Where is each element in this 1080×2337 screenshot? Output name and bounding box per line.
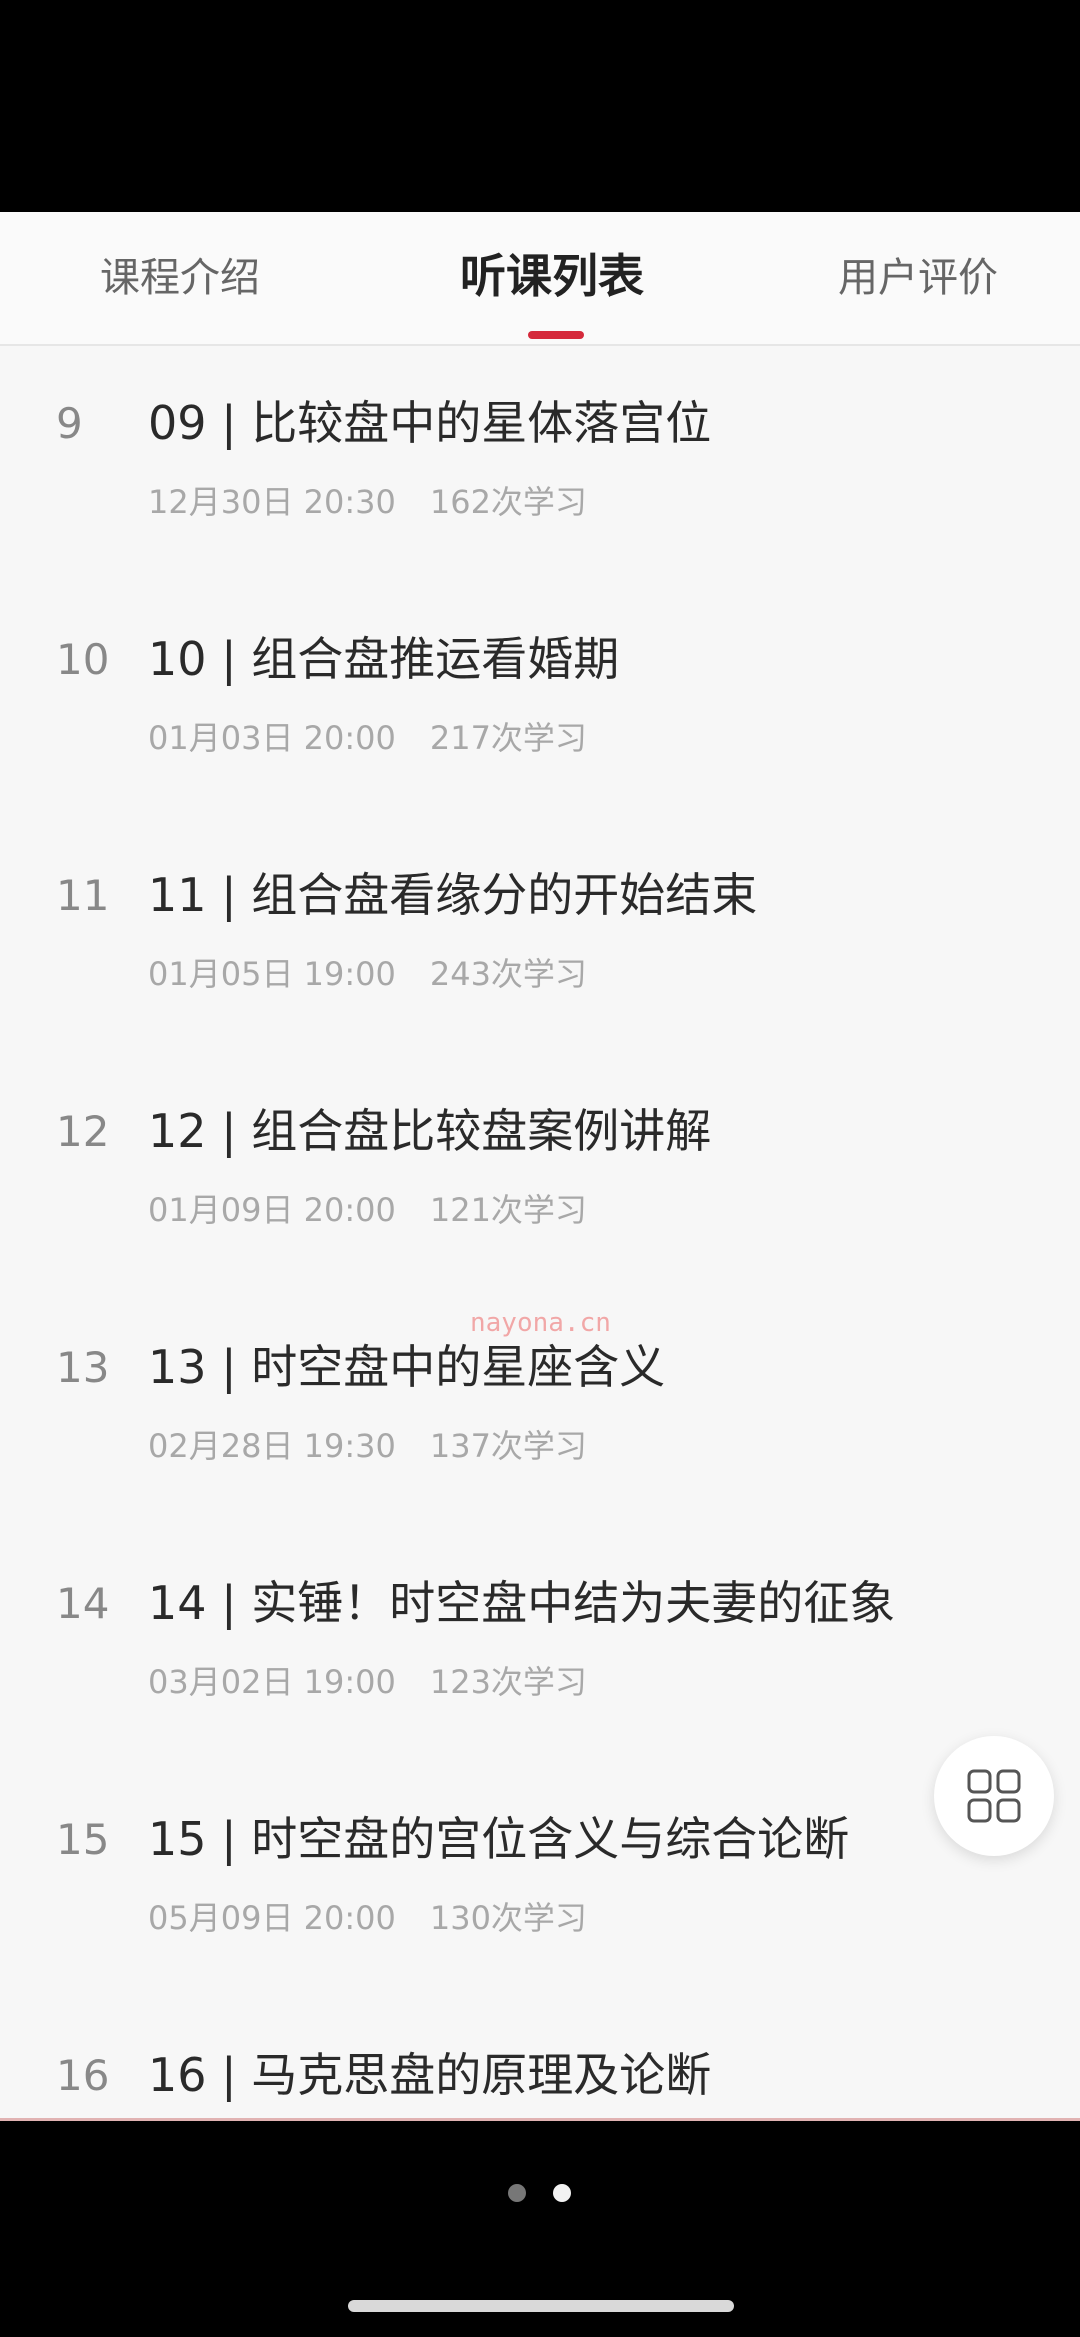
tab-lesson-list[interactable]: 听课列表 bbox=[460, 246, 644, 306]
lesson-meta: 01月09日 20:00 121次学习 bbox=[148, 1188, 587, 1232]
lesson-index: 15 bbox=[56, 1815, 110, 1864]
home-indicator[interactable] bbox=[348, 2300, 734, 2312]
lesson-date: 01月09日 20:00 bbox=[148, 1191, 396, 1229]
lesson-title: 13 | 时空盘中的星座含义 bbox=[148, 1340, 666, 1394]
lesson-meta: 01月03日 20:00 217次学习 bbox=[148, 716, 587, 760]
lesson-item[interactable]: 10 10 | 组合盘推运看婚期 01月03日 20:00 217次学习 bbox=[0, 582, 1080, 818]
floating-menu-button[interactable] bbox=[934, 1736, 1054, 1856]
lesson-index: 12 bbox=[56, 1107, 110, 1156]
lesson-index: 11 bbox=[56, 871, 110, 920]
watermark-text: nayona.cn bbox=[470, 1308, 611, 1338]
lesson-title: 16 | 马克思盘的原理及论断 bbox=[148, 2048, 712, 2102]
phone-screen: 课程介绍 听课列表 用户评价 9 09 | 比较盘中的星体落宫位 12月30日 … bbox=[0, 0, 1080, 2337]
lesson-date: 01月03日 20:00 bbox=[148, 719, 396, 757]
lesson-index: 16 bbox=[56, 2051, 110, 2100]
lesson-title: 09 | 比较盘中的星体落宫位 bbox=[148, 396, 712, 450]
lesson-study-count: 137次学习 bbox=[429, 1427, 587, 1465]
lesson-item[interactable]: 12 12 | 组合盘比较盘案例讲解 01月09日 20:00 121次学习 bbox=[0, 1054, 1080, 1290]
lesson-index: 14 bbox=[56, 1579, 110, 1628]
lesson-study-count: 121次学习 bbox=[429, 1191, 587, 1229]
lesson-index: 9 bbox=[56, 399, 83, 448]
lesson-meta: 12月30日 20:30 162次学习 bbox=[148, 480, 587, 524]
lesson-item[interactable]: 11 11 | 组合盘看缘分的开始结束 01月05日 19:00 243次学习 bbox=[0, 818, 1080, 1054]
page-dot-1[interactable] bbox=[508, 2184, 526, 2202]
grid-icon bbox=[967, 1769, 1021, 1823]
lesson-date: 12月30日 20:30 bbox=[148, 483, 396, 521]
lesson-title: 14 | 实锤！时空盘中结为夫妻的征象 bbox=[148, 1576, 896, 1630]
lesson-date: 03月02日 19:00 bbox=[148, 1663, 396, 1701]
lesson-date: 05月09日 20:00 bbox=[148, 1899, 396, 1937]
lesson-item[interactable]: 9 09 | 比较盘中的星体落宫位 12月30日 20:30 162次学习 bbox=[0, 346, 1080, 582]
lesson-date: 01月05日 19:00 bbox=[148, 955, 396, 993]
lesson-item[interactable]: 15 15 | 时空盘的宫位含义与综合论断 05月09日 20:00 130次学习 bbox=[0, 1762, 1080, 1998]
active-tab-indicator bbox=[528, 331, 584, 339]
course-content: 课程介绍 听课列表 用户评价 9 09 | 比较盘中的星体落宫位 12月30日 … bbox=[0, 212, 1080, 2120]
lesson-study-count: 123次学习 bbox=[429, 1663, 587, 1701]
lesson-study-count: 217次学习 bbox=[429, 719, 587, 757]
page-dot-2-active[interactable] bbox=[553, 2184, 571, 2202]
top-black-bar bbox=[0, 0, 1080, 212]
lesson-date: 02月28日 19:30 bbox=[148, 1427, 396, 1465]
lesson-title: 11 | 组合盘看缘分的开始结束 bbox=[148, 868, 758, 922]
lesson-study-count: 130次学习 bbox=[429, 1899, 587, 1937]
lesson-meta: 03月02日 19:00 123次学习 bbox=[148, 1660, 587, 1704]
lesson-index: 13 bbox=[56, 1343, 110, 1392]
lesson-item[interactable]: 14 14 | 实锤！时空盘中结为夫妻的征象 03月02日 19:00 123次学… bbox=[0, 1526, 1080, 1762]
lesson-meta: 01月05日 19:00 243次学习 bbox=[148, 952, 587, 996]
lesson-title: 10 | 组合盘推运看婚期 bbox=[148, 632, 620, 686]
lesson-item[interactable]: 16 16 | 马克思盘的原理及论断 bbox=[0, 1998, 1080, 2120]
lesson-title: 12 | 组合盘比较盘案例讲解 bbox=[148, 1104, 712, 1158]
lesson-study-count: 162次学习 bbox=[429, 483, 587, 521]
tab-bar: 课程介绍 听课列表 用户评价 bbox=[0, 212, 1080, 346]
lesson-meta: 02月28日 19:30 137次学习 bbox=[148, 1424, 587, 1468]
lesson-meta: 05月09日 20:00 130次学习 bbox=[148, 1896, 587, 1940]
tab-user-reviews[interactable]: 用户评价 bbox=[838, 248, 998, 308]
lesson-title: 15 | 时空盘的宫位含义与综合论断 bbox=[148, 1812, 850, 1866]
lesson-study-count: 243次学习 bbox=[429, 955, 587, 993]
tab-course-intro[interactable]: 课程介绍 bbox=[100, 248, 260, 308]
lesson-index: 10 bbox=[56, 635, 110, 684]
